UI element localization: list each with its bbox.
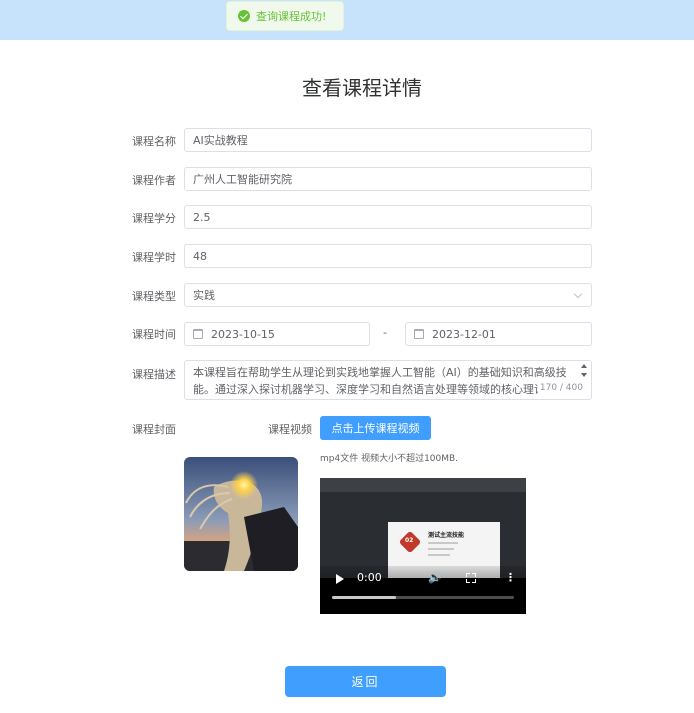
play-icon[interactable] — [336, 574, 344, 584]
course-cover-label: 课程封面 — [132, 423, 176, 436]
course-hours-value: 48 — [193, 249, 207, 263]
slide-badge-text: 02 — [405, 537, 414, 544]
course-description-value: 本课程旨在帮助学生从理论到实践地掌握人工智能（AI）的基础知识和高级技能。通过深… — [193, 366, 567, 396]
page-title: 查看课程详情 — [302, 76, 422, 100]
end-date-picker[interactable]: 2023-12-01 — [405, 322, 592, 346]
video-frame-toolbar — [320, 478, 526, 492]
cover-photo — [184, 457, 298, 571]
course-name-label: 课程名称 — [132, 135, 176, 148]
calendar-icon — [193, 329, 203, 339]
course-credit-value: 2.5 — [193, 210, 211, 224]
course-video-label: 课程视频 — [268, 423, 312, 436]
course-name-input[interactable]: AI实战教程 — [184, 128, 592, 152]
back-button[interactable]: 返回 — [285, 666, 446, 697]
course-author-value: 广州人工智能研究院 — [193, 173, 292, 186]
end-date-value: 2023-12-01 — [432, 327, 496, 341]
course-time-label: 课程时间 — [132, 328, 176, 341]
scroll-up-arrow-icon[interactable] — [581, 364, 587, 368]
course-author-input[interactable]: 广州人工智能研究院 — [184, 167, 592, 191]
slide-line — [428, 548, 454, 550]
start-date-value: 2023-10-15 — [211, 327, 275, 341]
success-message-text: 查询课程成功! — [256, 10, 327, 23]
scroll-down-arrow-icon[interactable] — [581, 373, 587, 377]
character-counter: 170 / 400 — [537, 380, 585, 397]
course-type-label: 课程类型 — [132, 290, 176, 303]
course-author-label: 课程作者 — [132, 174, 176, 187]
check-circle-icon — [238, 10, 250, 22]
course-video-player[interactable]: 02 测试主流技能 0:00 🔊 ⋮ — [320, 478, 526, 614]
video-progress-bar[interactable] — [332, 596, 514, 599]
video-controls — [320, 566, 526, 614]
chevron-down-icon — [573, 289, 583, 299]
course-hours-label: 课程学时 — [132, 251, 176, 264]
video-time: 0:00 — [357, 571, 382, 584]
slide-title: 测试主流技能 — [428, 532, 465, 539]
upload-video-button[interactable]: 点击上传课程视频 — [320, 416, 431, 440]
more-options-icon[interactable]: ⋮ — [505, 571, 516, 584]
course-description-label: 课程描述 — [132, 368, 176, 381]
course-credit-input[interactable]: 2.5 — [184, 205, 592, 229]
course-name-value: AI实战教程 — [193, 134, 248, 147]
slide-line — [428, 554, 450, 556]
date-range-separator: - — [383, 326, 387, 339]
video-progress-fill — [332, 596, 396, 599]
video-frame: 02 测试主流技能 — [320, 478, 526, 578]
volume-icon[interactable]: 🔊 — [428, 571, 442, 584]
course-description-textarea[interactable]: 本课程旨在帮助学生从理论到实践地掌握人工智能（AI）的基础知识和高级技能。通过深… — [184, 360, 592, 400]
course-hours-input[interactable]: 48 — [184, 244, 592, 268]
course-type-select[interactable]: 实践 — [184, 283, 592, 307]
course-cover-image[interactable] — [184, 457, 298, 571]
fullscreen-icon[interactable] — [466, 573, 476, 583]
slide-line — [428, 542, 458, 544]
course-credit-label: 课程学分 — [132, 212, 176, 225]
top-banner — [0, 0, 694, 40]
start-date-picker[interactable]: 2023-10-15 — [184, 322, 370, 346]
upload-tip: mp4文件 视频大小不超过100MB. — [320, 454, 459, 464]
course-type-value: 实践 — [193, 289, 215, 302]
calendar-icon — [414, 329, 424, 339]
success-message: 查询课程成功! — [226, 1, 344, 31]
